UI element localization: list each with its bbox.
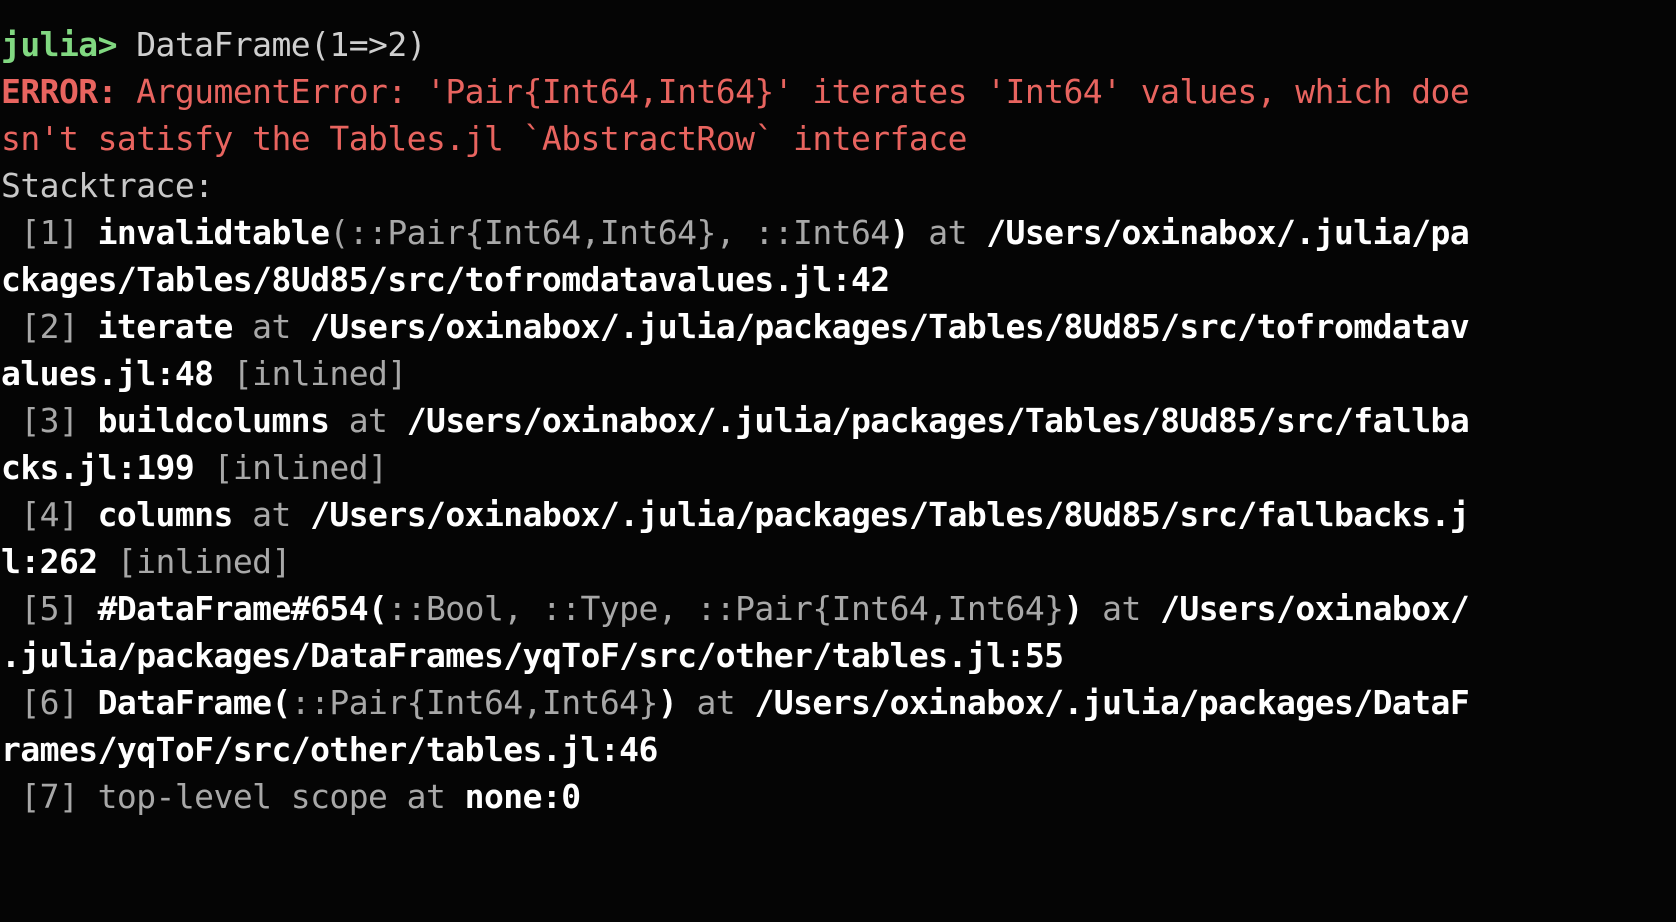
text-segment: DataFrame( (98, 683, 291, 722)
line-frame-3b: cks.jl:199 [inlined] (0, 444, 1676, 491)
text-segment: at (329, 401, 406, 440)
line-frame-4b: l:262 [inlined] (0, 538, 1676, 585)
text-segment: sn't satisfy the Tables.jl `AbstractRow`… (1, 119, 967, 158)
text-segment: at (909, 213, 986, 252)
text-segment: [inlined] (194, 448, 387, 487)
text-segment: columns (98, 495, 233, 534)
text-segment: cks.jl:199 (1, 448, 194, 487)
text-segment: /Users/oxinabox/.julia/packages/Tables/8… (407, 401, 1469, 440)
text-segment: .julia/packages/DataFrames/yqToF/src/oth… (1, 636, 1063, 675)
text-segment: ckages/Tables/8Ud85/src/tofromdatavalues… (1, 260, 890, 299)
text-segment: alues.jl:48 (1, 354, 214, 393)
text-segment: Stacktrace: (1, 166, 214, 205)
line-frame-5a: [5] #DataFrame#654(::Bool, ::Type, ::Pai… (0, 585, 1676, 632)
text-segment: at (233, 495, 310, 534)
text-segment: ) (658, 683, 677, 722)
text-segment: [6] (1, 683, 98, 722)
text-segment: ::Bool, ::Type, ::Pair{Int64,Int64} (387, 589, 1063, 628)
line-stacktrace-label: Stacktrace: (0, 162, 1676, 209)
text-segment: #DataFrame#654( (98, 589, 388, 628)
text-segment: /Users/oxinabox/ (1160, 589, 1469, 628)
text-segment: at (387, 777, 464, 816)
text-segment: /Users/oxinabox/.julia/packages/DataF (754, 683, 1469, 722)
line-frame-1b: ckages/Tables/8Ud85/src/tofromdatavalues… (0, 256, 1676, 303)
text-segment: rames/yqToF/src/other/tables.jl:46 (1, 730, 658, 769)
text-segment: none:0 (465, 777, 581, 816)
text-segment: buildcolumns (98, 401, 330, 440)
text-segment: iterate (98, 307, 233, 346)
text-segment: invalidtable (98, 213, 330, 252)
text-segment: /Users/oxinabox/.julia/packages/Tables/8… (310, 307, 1469, 346)
text-segment: at (1083, 589, 1160, 628)
text-segment: DataFrame(1=>2) (136, 25, 426, 64)
text-segment: [inlined] (214, 354, 407, 393)
line-frame-3a: [3] buildcolumns at /Users/oxinabox/.jul… (0, 397, 1676, 444)
terminal-window[interactable]: julia> DataFrame(1=>2)ERROR: ArgumentErr… (0, 0, 1676, 922)
text-segment: [7] (1, 777, 98, 816)
text-segment: [1] (1, 213, 98, 252)
line-frame-4a: [4] columns at /Users/oxinabox/.julia/pa… (0, 491, 1676, 538)
text-segment: l:262 (1, 542, 98, 581)
line-frame-2a: [2] iterate at /Users/oxinabox/.julia/pa… (0, 303, 1676, 350)
text-segment: top-level scope (98, 777, 388, 816)
text-segment: ) (1063, 589, 1082, 628)
terminal-output: julia> DataFrame(1=>2)ERROR: ArgumentErr… (0, 0, 1676, 820)
line-error-2: sn't satisfy the Tables.jl `AbstractRow`… (0, 115, 1676, 162)
line-frame-1a: [1] invalidtable(::Pair{Int64,Int64}, ::… (0, 209, 1676, 256)
text-segment: /Users/oxinabox/.julia/packages/Tables/8… (310, 495, 1469, 534)
text-segment: [5] (1, 589, 98, 628)
text-segment: [3] (1, 401, 98, 440)
line-prompt: julia> DataFrame(1=>2) (0, 21, 1676, 68)
line-frame-6b: rames/yqToF/src/other/tables.jl:46 (0, 726, 1676, 773)
text-segment: at (233, 307, 310, 346)
text-segment: ::Pair{Int64,Int64} (291, 683, 658, 722)
text-segment: ) (890, 213, 909, 252)
line-frame-7: [7] top-level scope at none:0 (0, 773, 1676, 820)
line-frame-5b: .julia/packages/DataFrames/yqToF/src/oth… (0, 632, 1676, 679)
line-error-1: ERROR: ArgumentError: 'Pair{Int64,Int64}… (0, 68, 1676, 115)
text-segment: [2] (1, 307, 98, 346)
text-segment: (::Pair{Int64,Int64}, ::Int64 (329, 213, 889, 252)
text-segment: ArgumentError: 'Pair{Int64,Int64}' itera… (136, 72, 1469, 111)
text-segment: [inlined] (98, 542, 291, 581)
text-segment: [4] (1, 495, 98, 534)
text-segment: julia> (1, 25, 136, 64)
text-segment: /Users/oxinabox/.julia/pa (986, 213, 1469, 252)
line-frame-6a: [6] DataFrame(::Pair{Int64,Int64}) at /U… (0, 679, 1676, 726)
text-segment: ERROR: (1, 72, 136, 111)
text-segment: at (677, 683, 754, 722)
line-frame-2b: alues.jl:48 [inlined] (0, 350, 1676, 397)
